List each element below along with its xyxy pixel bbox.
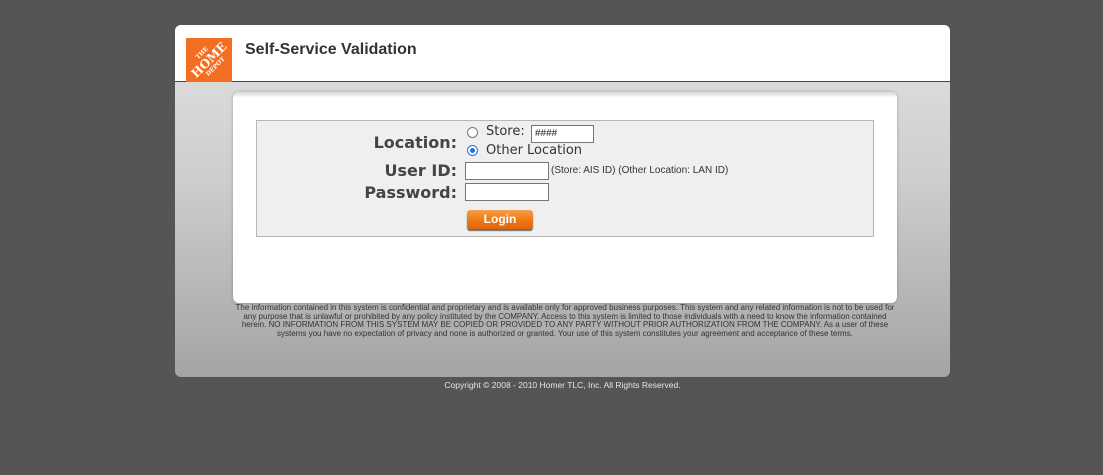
home-depot-logo: THE HOME DEPOT	[186, 38, 232, 82]
userid-label: User ID:	[384, 161, 457, 180]
copyright-footer: Copyright © 2008 - 2010 Homer TLC, Inc. …	[444, 380, 681, 390]
login-form: Location: Store: #### Other Location Use…	[256, 120, 874, 237]
page-title: Self-Service Validation	[245, 41, 417, 58]
store-option-label: Store:	[486, 124, 525, 139]
location-label: Location:	[373, 133, 457, 152]
other-location-option-label: Other Location	[486, 143, 583, 158]
logo-text: THE HOME DEPOT	[186, 38, 232, 82]
userid-hint: (Store: AIS ID) (Other Location: LAN ID)	[551, 165, 729, 176]
userid-input[interactable]	[465, 162, 549, 180]
header: THE HOME DEPOT Self-Service Validation	[175, 25, 950, 82]
confidentiality-disclaimer: The information contained in this system…	[235, 303, 895, 338]
login-button[interactable]: Login	[467, 210, 533, 229]
login-card: Location: Store: #### Other Location Use…	[233, 92, 897, 303]
store-radio[interactable]	[467, 127, 478, 138]
other-location-radio[interactable]	[467, 145, 478, 156]
store-number-input[interactable]: ####	[531, 125, 594, 143]
card-top-shade	[233, 92, 897, 98]
password-input[interactable]	[465, 183, 549, 201]
password-label: Password:	[364, 183, 457, 202]
main-frame: THE HOME DEPOT Self-Service Validation L…	[175, 25, 950, 377]
